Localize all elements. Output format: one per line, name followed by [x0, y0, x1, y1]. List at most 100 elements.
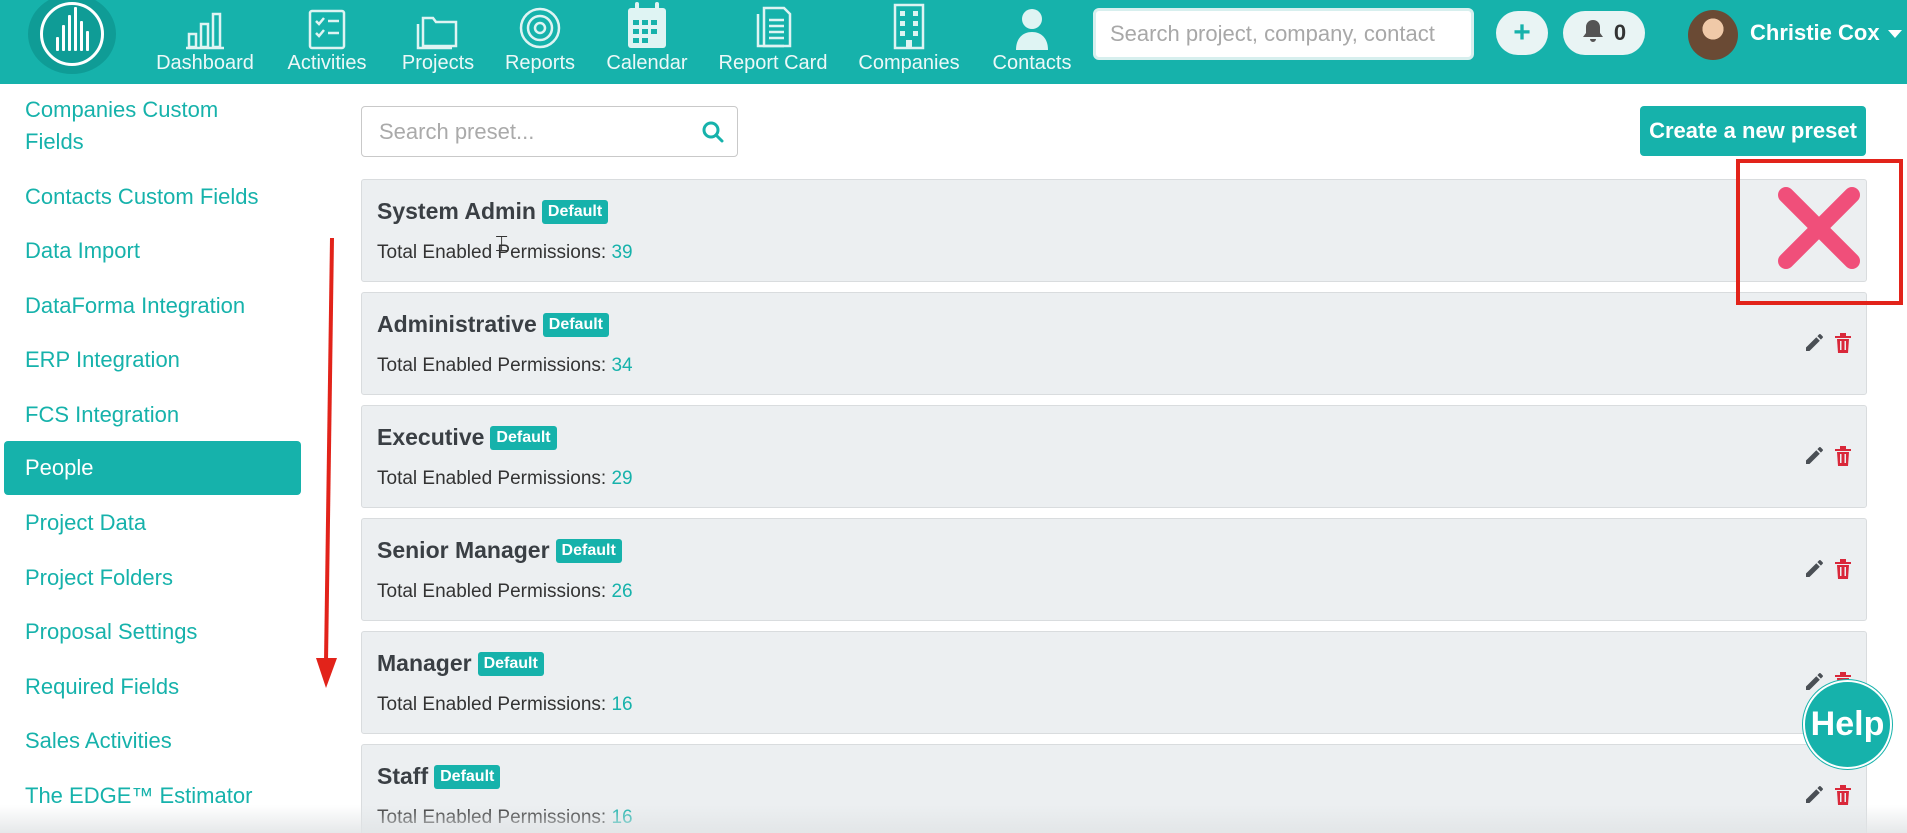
preset-card-administrative[interactable]: Administrative Default Total Enabled Per… — [361, 292, 1867, 395]
checklist-icon — [307, 0, 347, 50]
sidebar-item-sales-activities[interactable]: Sales Activities — [4, 725, 301, 757]
preset-title: Executive Default — [377, 424, 557, 451]
preset-actions — [1804, 333, 1852, 353]
preset-title: Staff Default — [377, 763, 501, 790]
default-badge: Default — [434, 764, 501, 789]
notification-count: 0 — [1613, 20, 1627, 45]
sidebar-item-erp-integration[interactable]: ERP Integration — [4, 344, 301, 376]
folders-icon — [415, 0, 461, 50]
logo-bars-icon — [40, 2, 104, 66]
nav-label: Activities — [287, 52, 367, 74]
sidebar-item-contacts-custom-fields[interactable]: Contacts Custom Fields — [4, 181, 301, 213]
preset-actions — [1804, 785, 1852, 805]
permissions-label: Total Enabled Permissions: — [377, 468, 607, 489]
text-cursor-icon: ⌶ — [495, 232, 509, 257]
permissions-summary: Total Enabled Permissions: 34 — [377, 355, 633, 377]
permissions-count: 29 — [611, 468, 633, 489]
sidebar-item-fcs-integration[interactable]: FCS Integration — [4, 399, 301, 431]
permissions-summary: Total Enabled Permissions: 16 — [377, 694, 633, 716]
preset-card-executive[interactable]: Executive Default Total Enabled Permissi… — [361, 405, 1867, 508]
permissions-count: 16 — [611, 694, 633, 715]
target-icon — [518, 0, 562, 50]
permissions-summary: Total Enabled Permissions: 26 — [377, 581, 633, 603]
preset-actions — [1804, 559, 1852, 579]
permissions-label: Total Enabled Permissions: — [377, 807, 607, 828]
nav-label: Reports — [504, 52, 576, 74]
default-badge: Default — [477, 651, 544, 676]
bar-chart-icon — [183, 0, 227, 50]
documents-icon — [753, 0, 793, 50]
preset-name: Staff — [377, 763, 429, 789]
pencil-icon[interactable] — [1804, 446, 1824, 466]
calendar-icon — [625, 0, 669, 50]
sidebar-item-companies-custom-fields[interactable]: Companies Custom Fields — [4, 94, 301, 158]
preset-title: Senior Manager Default — [377, 537, 622, 564]
help-button[interactable]: Help — [1803, 680, 1892, 769]
annotation-arrow-down-icon — [315, 237, 341, 695]
permissions-label: Total Enabled Permissions: — [377, 242, 607, 263]
notifications-button[interactable]: 0 — [1563, 11, 1645, 55]
preset-title: Administrative Default — [377, 311, 609, 338]
preset-name: Administrative — [377, 311, 537, 337]
preset-title: System Admin Default — [377, 198, 609, 225]
preset-name: Manager — [377, 650, 472, 676]
preset-name: System Admin — [377, 198, 536, 224]
nav-report-card[interactable]: Report Card — [718, 0, 828, 84]
sidebar-item-project-folders[interactable]: Project Folders — [4, 562, 301, 594]
nav-dashboard[interactable]: Dashboard — [155, 0, 255, 84]
pencil-icon[interactable] — [1804, 785, 1824, 805]
trash-icon[interactable] — [1834, 785, 1852, 805]
chevron-down-icon[interactable] — [1888, 30, 1902, 38]
sidebar-item-dataforma-integration[interactable]: DataForma Integration — [4, 290, 301, 322]
sidebar-item-edge-estimator[interactable]: The EDGE™ Estimator — [4, 780, 301, 812]
permissions-label: Total Enabled Permissions: — [377, 581, 607, 602]
preset-search-input[interactable] — [362, 107, 737, 156]
preset-card-manager[interactable]: Manager Default Total Enabled Permission… — [361, 631, 1867, 734]
search-icon[interactable] — [701, 120, 725, 149]
nav-label: Contacts — [992, 52, 1072, 74]
nav-companies[interactable]: Companies — [858, 0, 960, 84]
preset-name: Executive — [377, 424, 485, 450]
app-logo[interactable] — [28, 0, 116, 74]
permissions-summary: Total Enabled Permissions: 16 — [377, 807, 633, 829]
preset-card-staff[interactable]: Staff Default Total Enabled Permissions:… — [361, 744, 1867, 833]
default-badge: Default — [541, 199, 609, 224]
nav-activities[interactable]: Activities — [283, 0, 371, 84]
nav-label: Companies — [858, 52, 960, 74]
default-badge: Default — [555, 538, 622, 563]
nav-calendar[interactable]: Calendar — [606, 0, 688, 84]
permissions-label: Total Enabled Permissions: — [377, 355, 607, 376]
nav-projects[interactable]: Projects — [398, 0, 478, 84]
bell-icon — [1582, 18, 1604, 49]
preset-actions — [1804, 446, 1852, 466]
permissions-count: 26 — [611, 581, 633, 602]
sidebar-item-people[interactable]: People — [4, 441, 301, 495]
preset-search — [361, 106, 738, 157]
sidebar-item-proposal-settings[interactable]: Proposal Settings — [4, 616, 301, 648]
preset-card-senior-manager[interactable]: Senior Manager Default Total Enabled Per… — [361, 518, 1867, 621]
preset-card-system-admin[interactable]: System Admin Default Total Enabled Permi… — [361, 179, 1867, 282]
sidebar-item-data-import[interactable]: Data Import — [4, 235, 301, 267]
user-name[interactable]: Christie Cox — [1750, 20, 1880, 46]
default-badge: Default — [542, 312, 609, 337]
trash-icon[interactable] — [1834, 446, 1852, 466]
nav-label: Report Card — [718, 52, 828, 74]
sidebar-item-required-fields[interactable]: Required Fields — [4, 671, 301, 703]
avatar[interactable] — [1688, 10, 1738, 60]
trash-icon[interactable] — [1834, 559, 1852, 579]
pencil-icon[interactable] — [1804, 333, 1824, 353]
plus-icon: + — [1513, 16, 1531, 49]
create-preset-button[interactable]: Create a new preset — [1640, 106, 1866, 156]
quick-add-button[interactable]: + — [1496, 11, 1548, 55]
top-navigation-bar: Dashboard Activities Projects Reports Ca… — [0, 0, 1907, 84]
nav-contacts[interactable]: Contacts — [990, 0, 1074, 84]
settings-sidebar: Companies Custom Fields Contacts Custom … — [0, 84, 305, 833]
pencil-icon[interactable] — [1804, 559, 1824, 579]
nav-reports[interactable]: Reports — [504, 0, 576, 84]
sidebar-item-project-data[interactable]: Project Data — [4, 507, 301, 539]
global-search-input[interactable] — [1093, 8, 1474, 60]
nav-label: Dashboard — [156, 52, 254, 74]
person-icon — [1014, 0, 1050, 50]
permissions-count: 39 — [611, 242, 633, 263]
trash-icon[interactable] — [1834, 333, 1852, 353]
